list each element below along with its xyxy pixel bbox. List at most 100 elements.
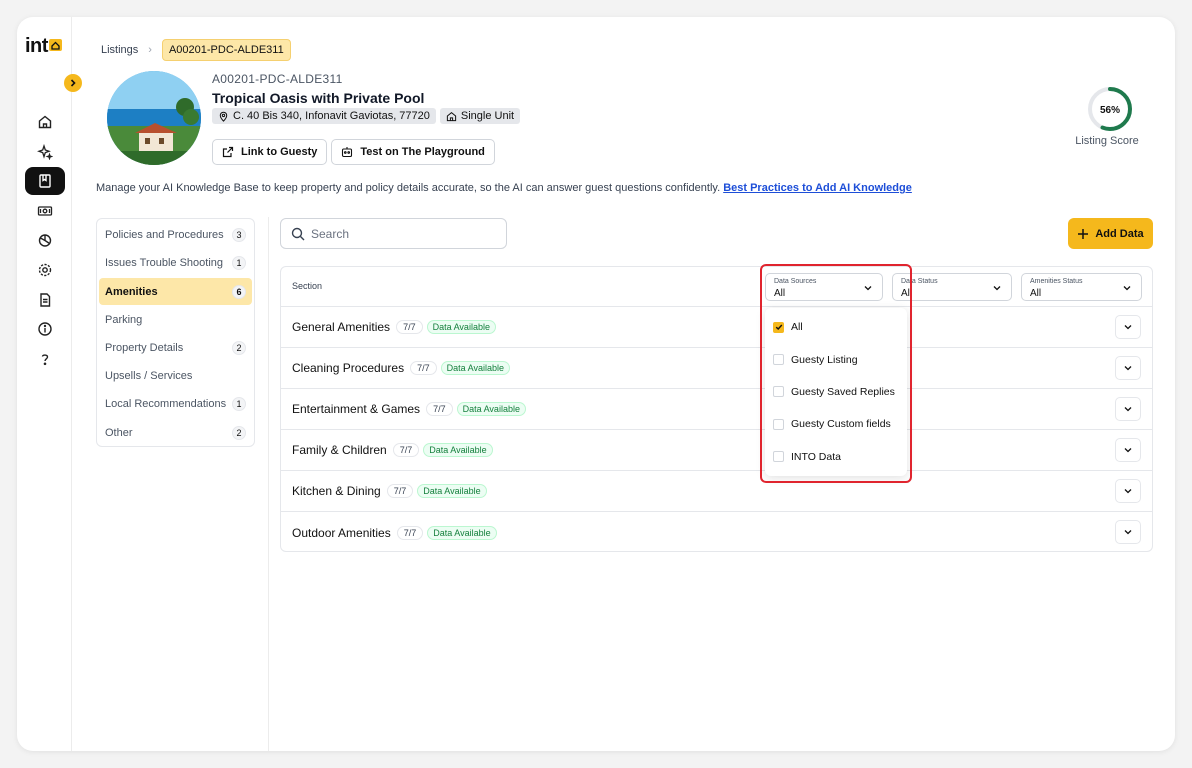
test-playground-label: Test on The Playground <box>360 146 485 158</box>
row-ratio-badge: 7/7 <box>392 443 420 457</box>
section-item-label: Parking <box>105 313 143 326</box>
listing-id: A00201-PDC-ALDE311 <box>212 72 343 86</box>
chevron-down-icon <box>1124 366 1132 371</box>
row-expand-button[interactable] <box>1115 479 1141 503</box>
logo-house-icon <box>48 38 62 51</box>
chevron-down-icon <box>1124 407 1132 412</box>
sidebar-expand-button[interactable] <box>64 74 82 92</box>
logo: int <box>25 35 62 58</box>
row-status-badge: Data Available <box>427 525 497 540</box>
nav-home[interactable] <box>25 108 65 136</box>
gear-icon <box>38 263 52 277</box>
listing-title: Tropical Oasis with Private Pool <box>212 90 425 106</box>
nav-ai[interactable] <box>25 138 65 166</box>
section-item-label: Local Recommendations <box>105 398 227 411</box>
search-input[interactable]: Search <box>280 218 507 249</box>
nav-knowledge[interactable] <box>25 167 65 196</box>
home-icon <box>38 115 52 129</box>
table-row[interactable]: Entertainment & Games 7/7 Data Available <box>281 389 1152 430</box>
section-item[interactable]: Parking <box>99 307 252 334</box>
row-status-badge: Data Available <box>423 443 493 457</box>
amenities-status-filter[interactable]: Amenities Status All <box>1021 273 1142 301</box>
breadcrumb-listings-link[interactable]: Listings <box>101 44 138 56</box>
highlight-box <box>760 264 912 483</box>
nav-settings[interactable] <box>25 256 65 284</box>
search-icon <box>291 227 305 240</box>
chevron-down-icon <box>1124 325 1132 330</box>
row-title: Family & Children <box>292 443 387 457</box>
section-item[interactable]: Property Details 2 <box>99 335 252 362</box>
breadcrumb: Listings › A00201-PDC-ALDE311 <box>101 39 291 61</box>
link-to-guesty-button[interactable]: Link to Guesty <box>212 139 328 165</box>
section-item[interactable]: Issues Trouble Shooting 1 <box>99 250 252 277</box>
address-text: C. 40 Bis 340, Infonavit Gaviotas, 77720 <box>233 110 430 122</box>
table-body: General Amenities 7/7 Data Available Cleani… <box>281 307 1152 553</box>
row-expand-button[interactable] <box>1115 520 1141 544</box>
score-ring: 56% <box>1088 87 1132 131</box>
row-ratio-badge: 7/7 <box>396 320 423 334</box>
row-ratio-badge: 7/7 <box>386 484 414 498</box>
test-playground-button[interactable]: Test on The Playground <box>331 139 495 165</box>
table-row[interactable]: General Amenities 7/7 Data Available <box>281 307 1152 348</box>
section-item[interactable]: Policies and Procedures 3 <box>99 222 252 249</box>
add-data-button[interactable]: Add Data <box>1068 218 1153 249</box>
section-item[interactable]: Local Recommendations 1 <box>99 391 252 418</box>
section-item-label: Amenities <box>105 285 158 298</box>
chevron-right-icon <box>70 79 76 87</box>
listing-photo-image <box>107 71 201 165</box>
nav-help[interactable] <box>25 345 65 373</box>
house-icon <box>446 111 457 121</box>
section-item[interactable]: Upsells / Services <box>99 363 252 390</box>
row-title: General Amenities <box>292 320 391 334</box>
table-row[interactable]: Cleaning Procedures 7/7 Data Available <box>281 348 1152 389</box>
sidebar: int <box>17 17 72 751</box>
section-item[interactable]: Amenities 6 <box>99 278 252 305</box>
section-count-badge: 2 <box>232 425 246 440</box>
sidebar-nav <box>17 108 72 374</box>
row-status-badge: Data Available <box>456 402 526 416</box>
row-expand-button[interactable] <box>1115 356 1141 380</box>
section-item[interactable]: Other 2 <box>99 419 252 446</box>
nav-info[interactable] <box>25 315 65 343</box>
section-count-badge: 3 <box>232 228 246 243</box>
breadcrumb-separator-icon: › <box>148 44 152 56</box>
section-count-badge: 2 <box>232 341 246 355</box>
filter-label: Amenities Status <box>1030 278 1083 285</box>
address-chip: C. 40 Bis 340, Infonavit Gaviotas, 77720 <box>212 108 436 124</box>
row-title: Entertainment & Games <box>292 402 421 416</box>
table-row[interactable]: Kitchen & Dining 7/7 Data Available <box>281 471 1152 512</box>
nav-documents[interactable] <box>25 286 65 314</box>
table-row[interactable]: Outdoor Amenities 7/7 Data Available <box>281 512 1152 553</box>
nav-billing[interactable] <box>25 197 65 225</box>
add-data-label: Add Data <box>1095 227 1144 240</box>
document-icon <box>40 292 51 307</box>
section-item-label: Upsells / Services <box>105 370 193 383</box>
info-description: Manage your AI Knowledge Base to keep pr… <box>96 182 724 194</box>
section-column-header: Section <box>292 281 323 291</box>
row-title: Outdoor Amenities <box>292 525 391 540</box>
section-count-badge: 6 <box>232 284 246 299</box>
listing-photo <box>107 71 201 165</box>
score-label: Listing Score <box>1075 135 1139 147</box>
filter-value: All <box>1030 288 1042 299</box>
section-item-label: Issues Trouble Shooting <box>105 257 224 270</box>
section-list: Policies and Procedures 3 Issues Trouble S… <box>96 218 255 447</box>
search-placeholder: Search <box>311 226 350 241</box>
pie-chart-icon <box>38 234 52 248</box>
divider <box>268 217 269 751</box>
unit-type-text: Single Unit <box>460 110 515 122</box>
row-expand-button[interactable] <box>1115 397 1141 421</box>
link-to-guesty-label: Link to Guesty <box>241 146 318 158</box>
table-row[interactable]: Family & Children 7/7 Data Available <box>281 430 1152 471</box>
listing-chips: C. 40 Bis 340, Infonavit Gaviotas, 77720… <box>212 108 521 124</box>
robot-icon <box>342 147 353 158</box>
best-practices-link[interactable]: Best Practices to Add AI Knowledge <box>723 182 912 194</box>
plus-icon <box>1078 228 1089 239</box>
nav-analytics[interactable] <box>25 226 65 254</box>
amenities-table: Section Data Sources All Data Status All… <box>280 266 1153 552</box>
listing-actions: Link to Guesty Test on The Playground <box>212 139 495 165</box>
row-expand-button[interactable] <box>1115 438 1141 462</box>
chevron-down-icon <box>993 286 1001 291</box>
chevron-down-icon <box>1123 286 1131 291</box>
row-expand-button[interactable] <box>1115 315 1141 339</box>
